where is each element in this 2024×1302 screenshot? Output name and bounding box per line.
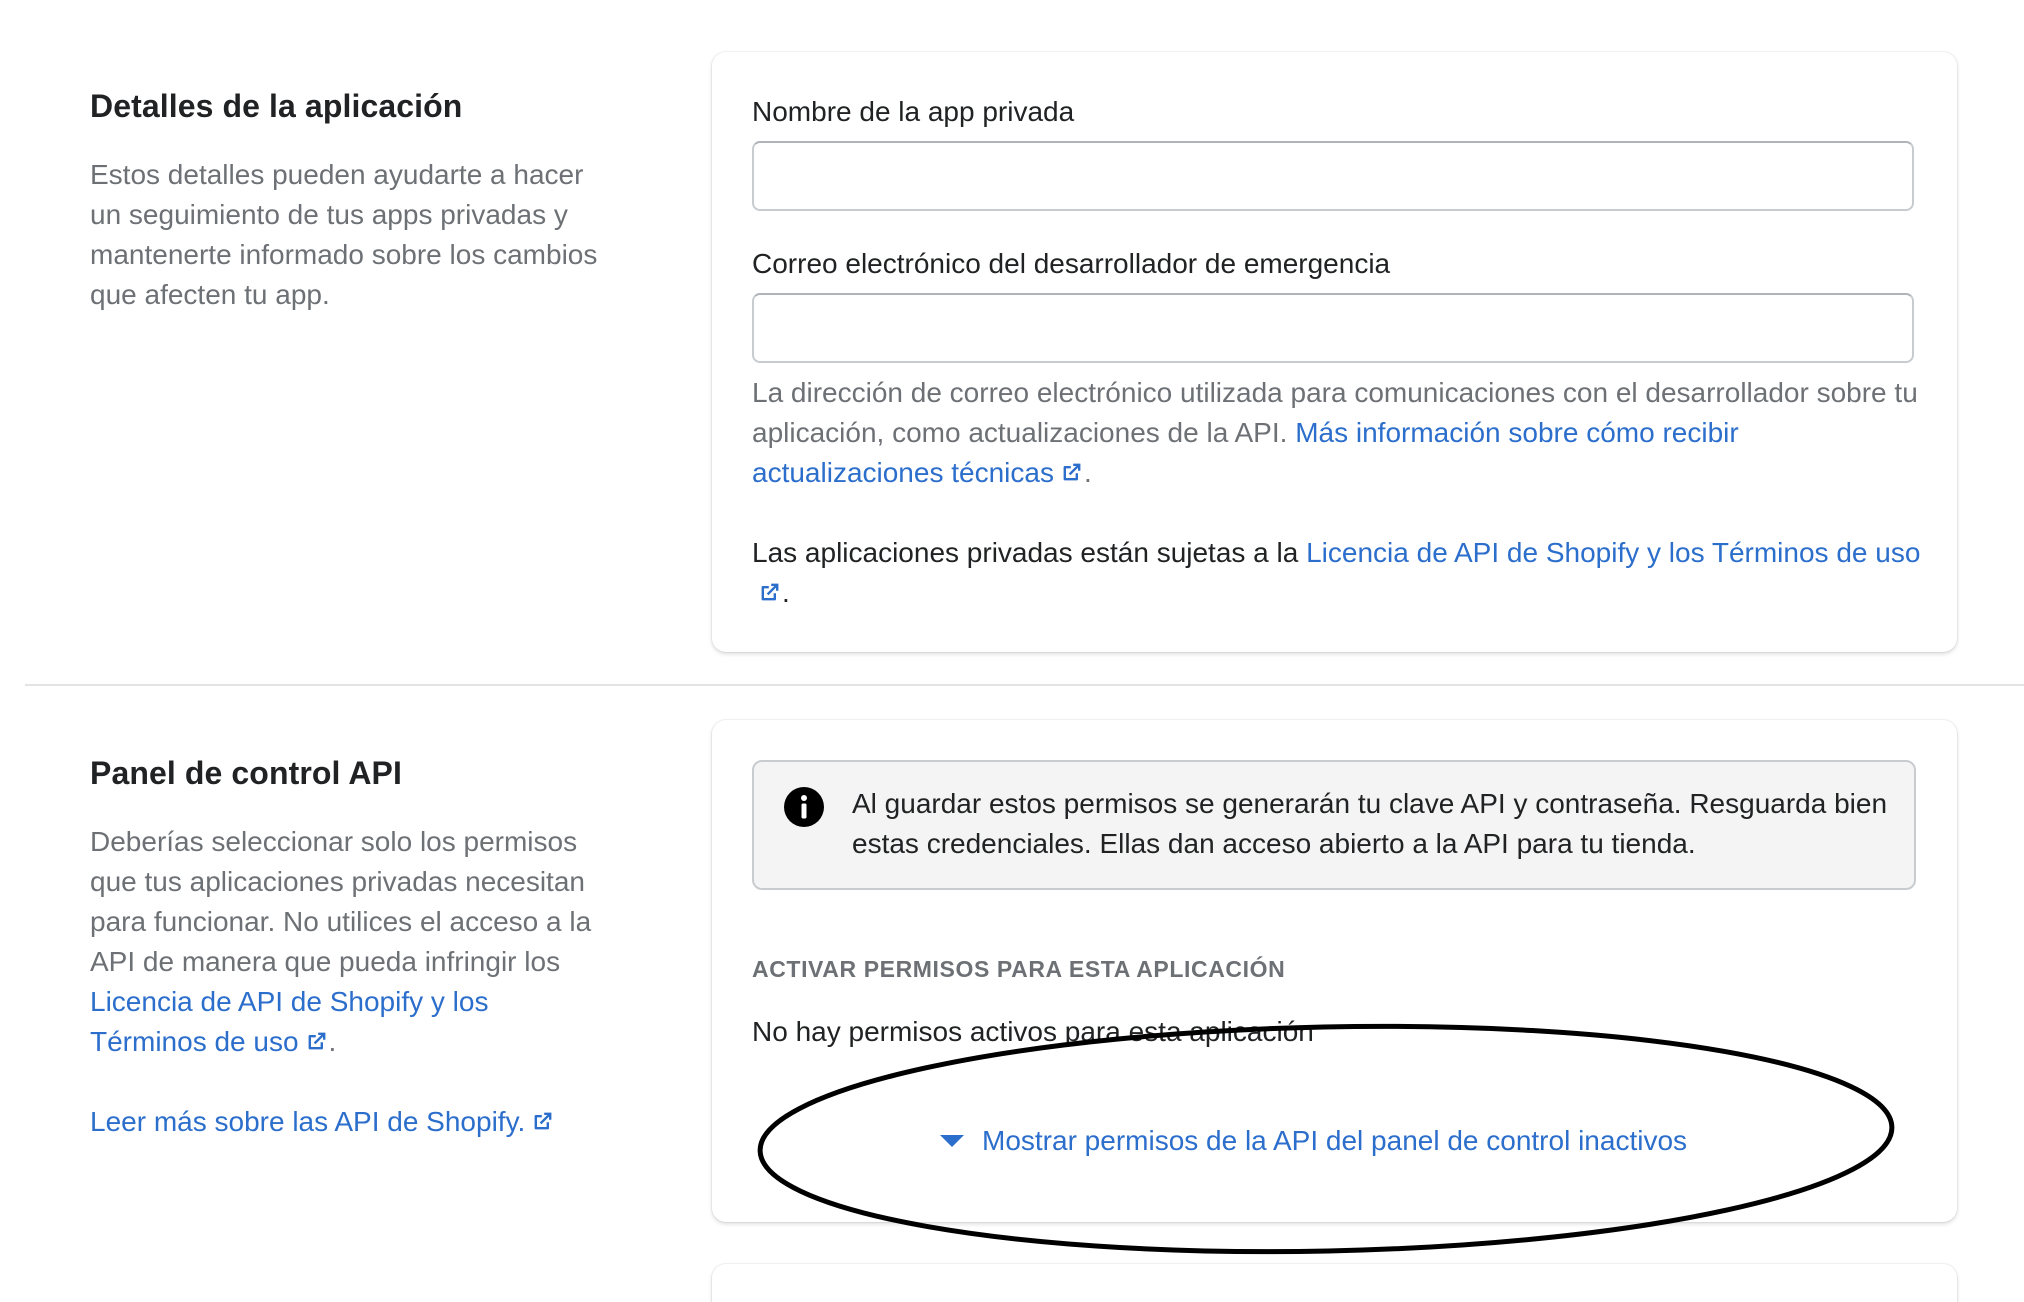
emergency-email-label: Correo electrónico del desarrollador de …: [752, 248, 1391, 279]
info-icon: [784, 787, 824, 827]
app-name-label: Nombre de la app privada: [752, 96, 1075, 127]
api-panel-description-body: Deberías seleccionar solo los permisos q…: [90, 826, 592, 977]
app-details-card: Nombre de la app privada Correo electrón…: [712, 52, 1957, 652]
license-note: Las aplicaciones privadas están sujetas …: [752, 533, 1922, 613]
permissions-heading: ACTIVAR PERMISOS PARA ESTA APLICACIÓN: [752, 956, 1286, 982]
next-section-card: [712, 1264, 1957, 1302]
license-note-end: .: [782, 577, 790, 608]
section-divider: [25, 684, 2024, 686]
email-help-end: .: [1083, 457, 1092, 488]
no-permissions-text: No hay permisos activos para esta aplica…: [752, 1016, 1314, 1047]
api-panel-card: Al guardar estos permisos se generarán t…: [712, 720, 1957, 1222]
api-license-link[interactable]: Licencia de API de Shopify y los Término…: [90, 986, 488, 1057]
caret-down-icon: [940, 1135, 964, 1147]
external-link-icon: [1060, 460, 1084, 484]
read-more-link-label: Leer más sobre las API de Shopify.: [90, 1106, 526, 1137]
api-panel-description: Deberías seleccionar solo los permisos q…: [90, 822, 610, 1062]
app-details-annotation: Detalles de la aplicación Estos detalles…: [90, 88, 610, 315]
read-more-link[interactable]: Leer más sobre las API de Shopify.: [90, 1106, 555, 1137]
external-link-icon: [305, 1029, 329, 1053]
license-link-label: Licencia de API de Shopify y los Término…: [1306, 537, 1921, 568]
license-note-body: Las aplicaciones privadas están sujetas …: [752, 537, 1307, 568]
api-panel-title: Panel de control API: [90, 755, 402, 791]
info-banner-text: Al guardar estos permisos se generarán t…: [852, 788, 1888, 859]
app-details-description: Estos detalles pueden ayudarte a hacer u…: [90, 159, 598, 310]
api-panel-annotation: Panel de control API Deberías selecciona…: [90, 755, 610, 1142]
emergency-email-input[interactable]: [752, 293, 1914, 363]
app-name-input[interactable]: [752, 141, 1914, 211]
page: Detalles de la aplicación Estos detalles…: [0, 0, 2024, 1302]
external-link-icon: [758, 580, 782, 604]
app-details-title: Detalles de la aplicación: [90, 88, 463, 124]
read-more-paragraph: Leer más sobre las API de Shopify.: [90, 1102, 610, 1142]
email-help-text: La dirección de correo electrónico utili…: [752, 373, 1922, 493]
show-inactive-permissions-button[interactable]: Mostrar permisos de la API del panel de …: [940, 1125, 1687, 1157]
api-panel-description-end: .: [328, 1026, 337, 1057]
api-license-link-label: Licencia de API de Shopify y los Término…: [90, 986, 489, 1057]
info-banner: Al guardar estos permisos se generarán t…: [752, 760, 1916, 890]
show-inactive-permissions-label: Mostrar permisos de la API del panel de …: [982, 1125, 1688, 1156]
external-link-icon: [531, 1109, 555, 1133]
